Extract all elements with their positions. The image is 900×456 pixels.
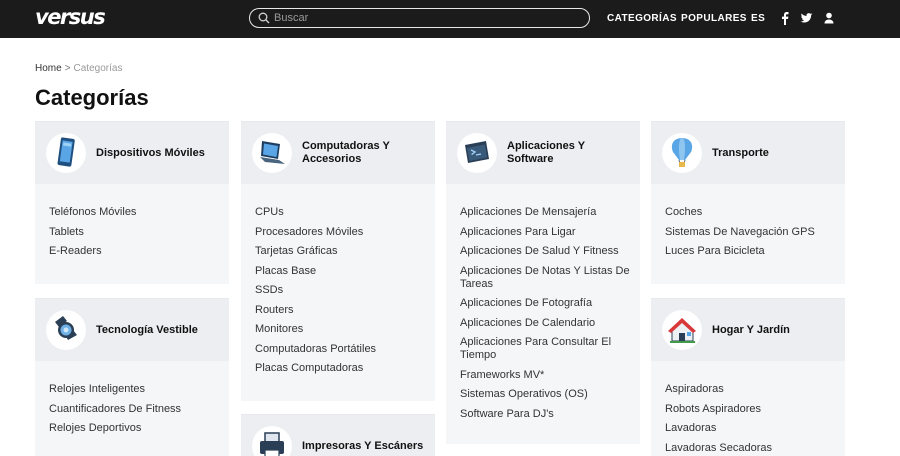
category-link[interactable]: Tablets [49,226,229,239]
page-title: Categorías [35,85,149,110]
category-link[interactable]: Placas Base [255,265,435,278]
category-link[interactable]: Aplicaciones De Fotografía [460,297,640,310]
card-title[interactable]: Transporte [712,122,838,184]
card-title[interactable]: Tecnología Vestible [96,299,222,361]
category-link[interactable]: Relojes Inteligentes [49,383,229,396]
category-list: CPUs Procesadores Móviles Tarjetas Gráfi… [241,184,435,375]
category-link[interactable]: Routers [255,304,435,317]
card-header[interactable]: Dispositivos Móviles [35,122,229,184]
category-link[interactable]: Software Para DJ's [460,408,640,421]
category-list: Aspiradoras Robots Aspiradores Lavadoras… [651,361,845,455]
category-card-apps-software: Aplicaciones Y Software Aplicaciones De … [446,121,640,444]
category-list: Coches Sistemas De Navegación GPS Luces … [651,184,845,258]
category-link[interactable]: Coches [665,206,845,219]
category-link[interactable]: Frameworks MV* [460,369,640,382]
category-link[interactable]: Aplicaciones De Salud Y Fitness [460,245,640,258]
category-link[interactable]: Aplicaciones De Calendario [460,317,640,330]
card-title[interactable]: Aplicaciones Y Software [507,122,633,184]
category-list: Teléfonos Móviles Tablets E-Readers [35,184,229,258]
category-link[interactable]: Relojes Deportivos [49,422,229,435]
laptop-icon [252,133,292,173]
category-link[interactable]: Sistemas Operativos (OS) [460,388,640,401]
top-navigation-bar: versus CATEGORÍAS POPULARES ES [0,0,900,38]
category-link[interactable]: Placas Computadoras [255,362,435,375]
category-link[interactable]: Sistemas De Navegación GPS [665,226,845,239]
category-card-printers: Impresoras Y Escáners [241,414,435,456]
category-card-home-garden: Hogar Y Jardín Aspiradoras Robots Aspira… [651,298,845,456]
category-link[interactable]: Procesadores Móviles [255,226,435,239]
card-header[interactable]: Computadoras Y Accesorios [241,122,435,184]
card-header[interactable]: Impresoras Y Escáners [241,415,435,456]
card-header[interactable]: Transporte [651,122,845,184]
user-icon[interactable] [824,11,834,25]
category-card-wearables: Tecnología Vestible Relojes Inteligentes… [35,298,229,456]
category-card-mobile-devices: Dispositivos Móviles Teléfonos Móviles T… [35,121,229,284]
category-link[interactable]: Lavadoras Secadoras [665,442,845,455]
facebook-icon[interactable] [779,11,791,25]
breadcrumb-current: Categorías [73,63,123,74]
category-link[interactable]: Cuantificadores De Fitness [49,403,229,416]
breadcrumb-separator: > [64,63,71,74]
category-list: Relojes Inteligentes Cuantificadores De … [35,361,229,435]
category-link[interactable]: Teléfonos Móviles [49,206,229,219]
category-link[interactable]: Aspiradoras [665,383,845,396]
category-link[interactable]: Robots Aspiradores [665,403,845,416]
category-link[interactable]: Monitores [255,323,435,336]
smartphone-icon [46,133,86,173]
search-icon [258,12,270,24]
card-header[interactable]: Hogar Y Jardín [651,299,845,361]
twitter-icon[interactable] [800,11,813,25]
language-selector[interactable]: ES [751,12,765,25]
breadcrumb: Home > Categorías [35,63,122,75]
nav-categories[interactable]: CATEGORÍAS [607,12,677,25]
house-icon [662,310,702,350]
category-link[interactable]: Aplicaciones De Notas Y Listas De Tareas [460,265,640,291]
category-link[interactable]: Lavadoras [665,422,845,435]
hot-air-balloon-icon [662,133,702,173]
card-title[interactable]: Computadoras Y Accesorios [302,122,428,184]
category-link[interactable]: E-Readers [49,245,229,258]
category-card-transport: Transporte Coches Sistemas De Navegación… [651,121,845,284]
smartwatch-icon [46,310,86,350]
category-link[interactable]: Aplicaciones De Mensajería [460,206,640,219]
terminal-icon [457,133,497,173]
versus-logo[interactable]: versus [35,5,106,29]
category-link[interactable]: Luces Para Bicicleta [665,245,845,258]
card-header[interactable]: Aplicaciones Y Software [446,122,640,184]
category-card-computers: Computadoras Y Accesorios CPUs Procesado… [241,121,435,401]
search-box[interactable] [249,8,590,28]
category-list: Aplicaciones De Mensajería Aplicaciones … [446,184,640,421]
card-title[interactable]: Dispositivos Móviles [96,122,222,184]
card-title[interactable]: Impresoras Y Escáners [302,415,428,456]
category-link[interactable]: Aplicaciones Para Ligar [460,226,640,239]
card-header[interactable]: Tecnología Vestible [35,299,229,361]
category-link[interactable]: Computadoras Portátiles [255,343,435,356]
card-title[interactable]: Hogar Y Jardín [712,299,838,361]
category-link[interactable]: CPUs [255,206,435,219]
category-link[interactable]: Aplicaciones Para Consultar El Tiempo [460,336,640,362]
nav-popular[interactable]: POPULARES [681,12,747,25]
category-link[interactable]: Tarjetas Gráficas [255,245,435,258]
printer-icon [252,426,292,456]
search-input[interactable] [274,10,574,26]
category-link[interactable]: SSDs [255,284,435,297]
breadcrumb-home-link[interactable]: Home [35,63,62,74]
